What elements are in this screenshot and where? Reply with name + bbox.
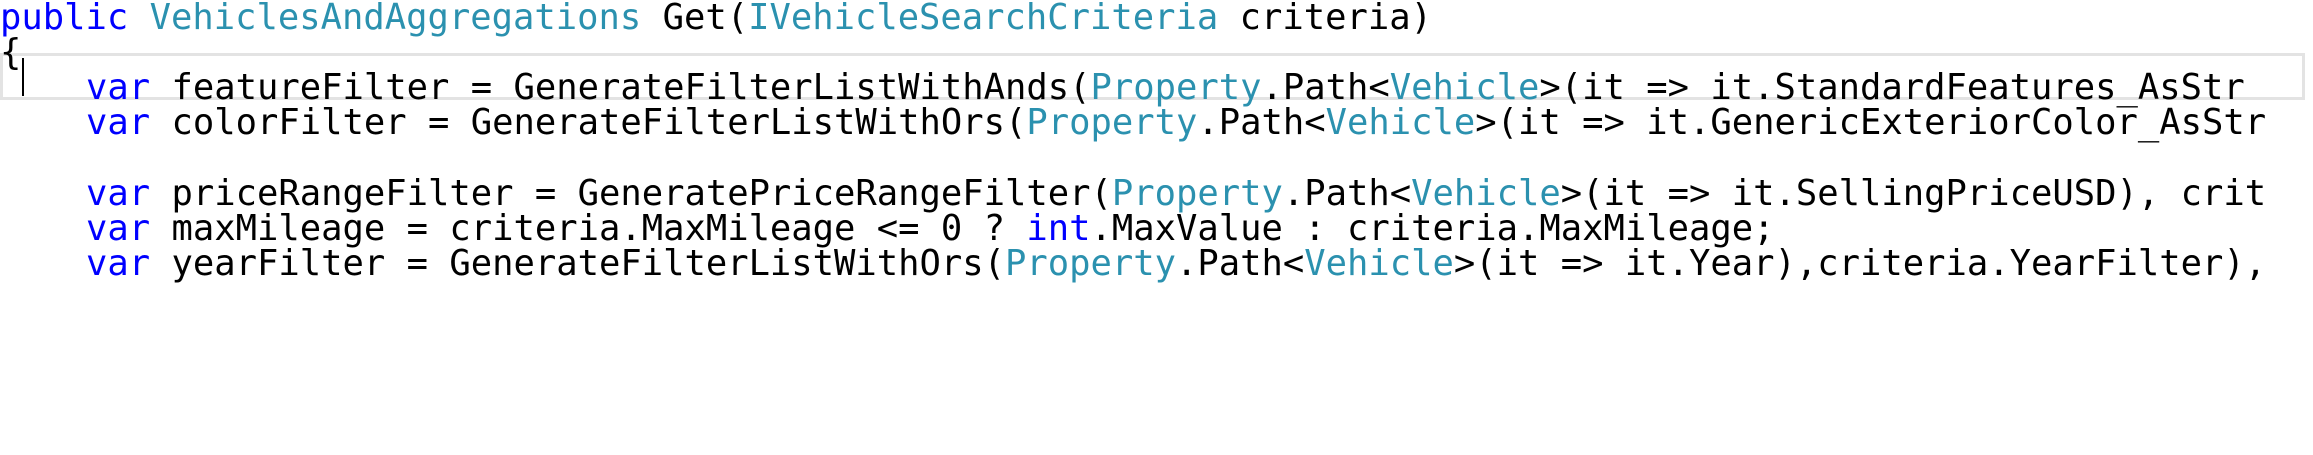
code-line-1[interactable]: public VehiclesAndAggregations Get(IVehi… bbox=[0, 0, 1432, 44]
code-text-token: >(it => it.Year),criteria.YearFilter), bbox=[1453, 243, 2267, 284]
code-editor[interactable]: public VehiclesAndAggregations Get(IVehi… bbox=[0, 0, 2313, 455]
type-token: Property bbox=[1005, 243, 1177, 284]
method-name-token: Get( bbox=[641, 0, 749, 38]
parameter-token: criteria) bbox=[1218, 0, 1433, 38]
code-text-token: yearFilter = GenerateFilterListWithOrs( bbox=[150, 243, 1006, 284]
code-text-token: >(it => it.GenericExteriorColor_AsStr bbox=[1475, 102, 2267, 143]
keyword-token: var bbox=[86, 243, 151, 284]
return-type-token: VehiclesAndAggregations bbox=[149, 0, 642, 38]
code-line-2[interactable]: { bbox=[0, 27, 21, 79]
text-caret bbox=[22, 58, 24, 96]
code-text-token: .Path< bbox=[1176, 243, 1305, 284]
type-token: Vehicle bbox=[1325, 102, 1476, 143]
type-token: Property bbox=[1026, 102, 1198, 143]
open-brace-token: { bbox=[0, 32, 22, 73]
code-line-7[interactable]: var yearFilter = GenerateFilterListWithO… bbox=[86, 238, 2266, 290]
code-text-token: .Path< bbox=[1197, 102, 1326, 143]
keyword-token: var bbox=[86, 102, 151, 143]
code-line-4[interactable]: var colorFilter = GenerateFilterListWith… bbox=[86, 97, 2266, 149]
parameter-type-token: IVehicleSearchCriteria bbox=[748, 0, 1219, 38]
type-token: Vehicle bbox=[1304, 243, 1454, 284]
code-text-token: colorFilter = GenerateFilterListWithOrs( bbox=[150, 102, 1027, 143]
